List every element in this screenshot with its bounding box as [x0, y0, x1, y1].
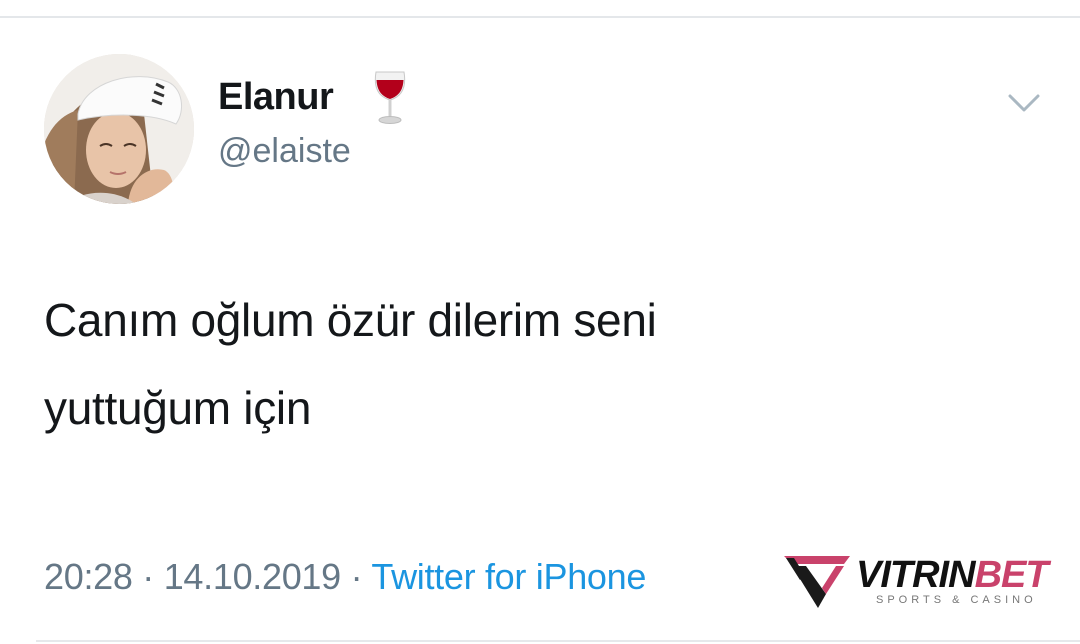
watermark-brand-part1: VITRIN: [856, 554, 976, 596]
tweet-date[interactable]: 14.10.2019: [164, 556, 341, 597]
watermark: VITRINBET SPORTS & CASINO: [782, 548, 1062, 614]
display-name[interactable]: Elanur: [218, 76, 334, 119]
watermark-brand: VITRINBET: [856, 554, 1049, 597]
tweet-menu-button[interactable]: [998, 84, 1050, 124]
user-handle[interactable]: @elaiste: [218, 132, 351, 171]
top-divider: [0, 16, 1080, 18]
avatar[interactable]: [44, 54, 194, 204]
meta-separator: ·: [350, 556, 363, 597]
chevron-down-icon: [1008, 94, 1040, 112]
meta-separator: ·: [142, 556, 154, 597]
tweet-text-line: Canım oğlum özür dilerim seni: [44, 294, 657, 346]
watermark-tagline: SPORTS & CASINO: [876, 594, 1037, 606]
bottom-divider: [36, 640, 1080, 642]
wine-glass-icon: [368, 68, 412, 128]
tweet-text-line: yuttuğum için: [44, 382, 312, 434]
tweet-metadata: 20:28 · 14.10.2019 · Twitter for iPhone: [44, 556, 646, 598]
tweet-source-link[interactable]: Twitter for iPhone: [371, 556, 646, 597]
tweet-time[interactable]: 20:28: [44, 556, 133, 597]
tweet-screenshot: Elanur @elaiste Canım oğlum özür dilerim…: [0, 0, 1080, 644]
watermark-brand-part2: BET: [974, 554, 1049, 596]
brand-logo-icon: [784, 556, 850, 608]
tweet-text: Canım oğlum özür dilerim seni yuttuğum i…: [44, 276, 1004, 452]
